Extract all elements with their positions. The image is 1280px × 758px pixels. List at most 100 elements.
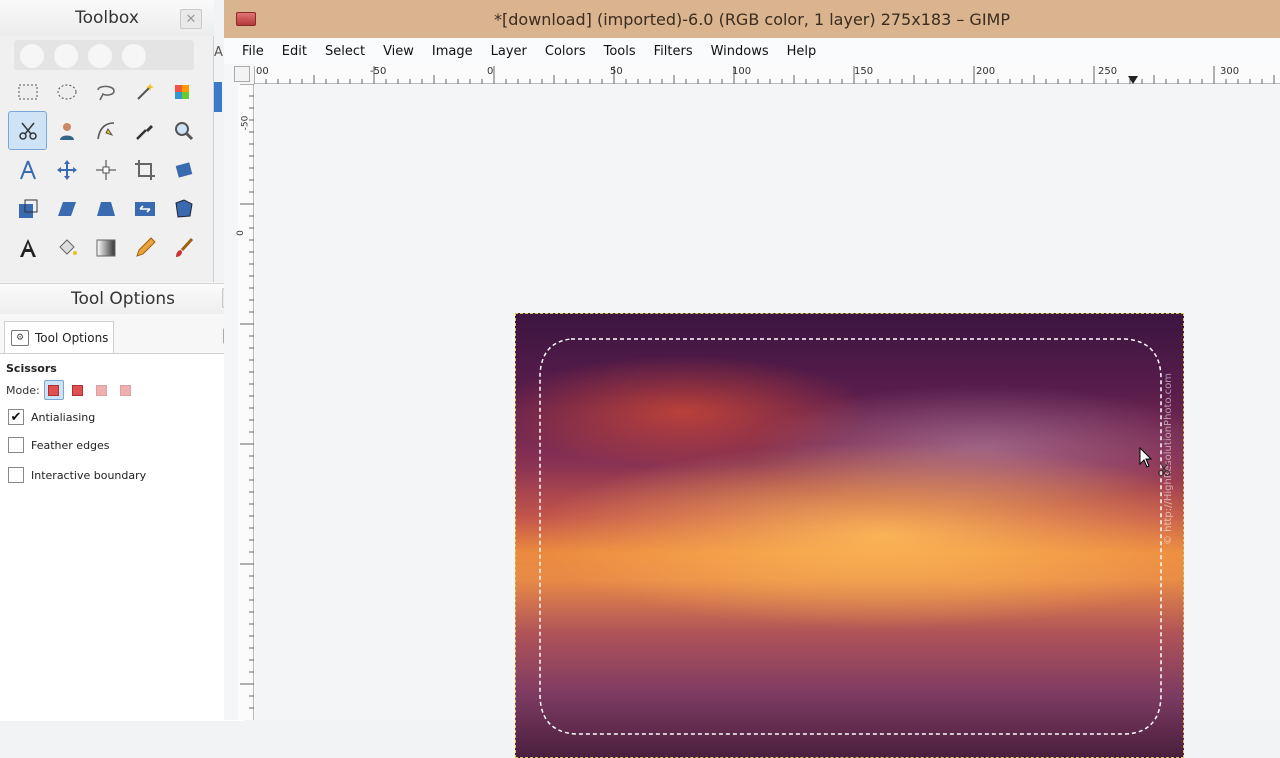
measure-icon [19, 160, 36, 179]
tool-measure[interactable] [8, 150, 47, 189]
tool-paths[interactable] [86, 111, 125, 150]
tool-foreground-select[interactable] [47, 111, 86, 150]
toolbox-window: Toolbox ✕ A [0, 0, 223, 282]
mode-replace-button[interactable] [43, 380, 64, 400]
feather-edges-checkbox[interactable] [8, 437, 24, 453]
menubar: File Edit Select View Image Layer Colors… [224, 38, 1280, 64]
tool-rect-select[interactable] [8, 72, 47, 111]
mode-intersect-icon [120, 384, 132, 396]
menu-windows[interactable]: Windows [711, 44, 769, 59]
tool-shear[interactable] [47, 189, 86, 228]
crop-icon [134, 159, 155, 180]
flip-icon [134, 201, 155, 216]
tool-align[interactable] [86, 150, 125, 189]
tool-crop[interactable] [125, 150, 164, 189]
tool-scissors-select[interactable] [8, 111, 47, 150]
shear-icon [57, 201, 76, 216]
tool-text[interactable] [8, 228, 47, 267]
ruler-h-ticks [254, 66, 1275, 84]
move-icon [56, 159, 77, 180]
menu-help[interactable]: Help [787, 44, 817, 59]
tool-options-panel: Scissors Mode: ✔ Antialiasing Feather ed… [0, 353, 244, 721]
fuzzy-select-icon [136, 82, 154, 100]
ruler-h-label: 150 [854, 66, 874, 77]
rotate-icon [175, 161, 192, 178]
mode-subtract-button[interactable] [92, 380, 112, 400]
image-window: *[download] (imported)-6.0 (RGB color, 1… [224, 0, 1280, 758]
toolbox-scroll-indicator[interactable] [214, 82, 222, 112]
ruler-h-label: 50 [610, 66, 623, 77]
tool-pencil[interactable] [125, 228, 164, 267]
ruler-h-label: -50 [370, 66, 387, 77]
color-picker-icon [135, 124, 153, 140]
toolbox-close-button[interactable]: ✕ [180, 9, 202, 29]
tool-color-picker[interactable] [125, 111, 164, 150]
toolbox-side-label: A [214, 45, 223, 60]
antialiasing-checkbox[interactable]: ✔ [8, 409, 24, 425]
ruler-h-label: 300 [1220, 66, 1240, 77]
option-feather-edges[interactable]: Feather edges [8, 437, 110, 453]
paths-icon [96, 121, 114, 139]
tool-zoom[interactable] [164, 111, 203, 150]
menu-image[interactable]: Image [432, 44, 473, 59]
tool-name-heading: Scissors [6, 362, 57, 375]
menu-colors[interactable]: Colors [545, 44, 586, 59]
tool-move[interactable] [47, 150, 86, 189]
menu-select[interactable]: Select [325, 44, 365, 59]
lasso-select-icon [96, 85, 115, 100]
interactive-boundary-checkbox[interactable] [8, 467, 24, 483]
tool-flip[interactable] [125, 189, 164, 228]
feather-edges-label: Feather edges [31, 438, 110, 452]
horizontal-ruler[interactable]: 00 -50 0 50 100 150 200 250 300 [254, 64, 1280, 84]
color-select-icon [174, 84, 189, 99]
align-icon [95, 159, 116, 180]
tool-color-select[interactable] [164, 72, 203, 111]
blend-icon [96, 239, 115, 256]
mode-add-button[interactable] [68, 380, 88, 400]
tool-ellipse-select[interactable] [47, 72, 86, 111]
ruler-h-label: 00 [256, 66, 269, 77]
tab-tool-options[interactable]: ⚙ Tool Options [4, 321, 114, 353]
tool-blend[interactable] [86, 228, 125, 267]
option-interactive-boundary[interactable]: Interactive boundary [8, 467, 146, 483]
ruler-h-label: 250 [1098, 66, 1118, 77]
cage-icon [174, 198, 193, 218]
menu-tools[interactable]: Tools [604, 44, 636, 59]
option-antialiasing[interactable]: ✔ Antialiasing [8, 409, 95, 425]
menu-edit[interactable]: Edit [282, 44, 307, 59]
ruler-h-label: 100 [732, 66, 752, 77]
tool-paintbrush[interactable] [164, 228, 203, 267]
ruler-v-label: 0 [235, 230, 246, 236]
tool-scale[interactable] [8, 189, 47, 228]
interactive-boundary-label: Interactive boundary [31, 468, 147, 482]
tool-fuzzy-select[interactable] [125, 72, 164, 111]
rect-select-icon [18, 84, 37, 99]
tool-perspective[interactable] [86, 189, 125, 228]
menu-file[interactable]: File [242, 44, 264, 59]
tool-bucket-fill[interactable] [47, 228, 86, 267]
tool-lasso-select[interactable] [86, 72, 125, 111]
tool-rotate[interactable] [164, 150, 203, 189]
tool-options-dock: Tool Options ✕ ⚙ Tool Options ◂ Scissors… [0, 283, 246, 721]
canvas-area[interactable]: © http://HighResolutionPhoto.com [255, 85, 1280, 758]
scissors-select-icon [18, 122, 37, 140]
mode-row: Mode: [6, 380, 136, 400]
scissors-selection-path [539, 338, 1162, 735]
vertical-ruler[interactable]: -50 0 [235, 84, 254, 720]
menu-view[interactable]: View [383, 44, 414, 59]
quick-mask-toggle[interactable] [234, 66, 250, 82]
tool-options-tab-icon: ⚙ [11, 329, 29, 346]
ruler-v-label: -50 [240, 115, 251, 131]
text-icon [19, 238, 36, 257]
gimp-app-icon[interactable] [236, 12, 256, 26]
tool-cage[interactable] [164, 189, 203, 228]
zoom-icon [174, 121, 193, 140]
menu-layer[interactable]: Layer [491, 44, 527, 59]
tool-grid [8, 72, 203, 267]
mode-intersect-button[interactable] [116, 380, 136, 400]
paintbrush-icon [175, 237, 193, 257]
menu-filters[interactable]: Filters [654, 44, 693, 59]
bucket-fill-icon [58, 238, 77, 255]
sunset-image-layer[interactable] [515, 313, 1184, 758]
ruler-v-ticks [240, 84, 254, 709]
